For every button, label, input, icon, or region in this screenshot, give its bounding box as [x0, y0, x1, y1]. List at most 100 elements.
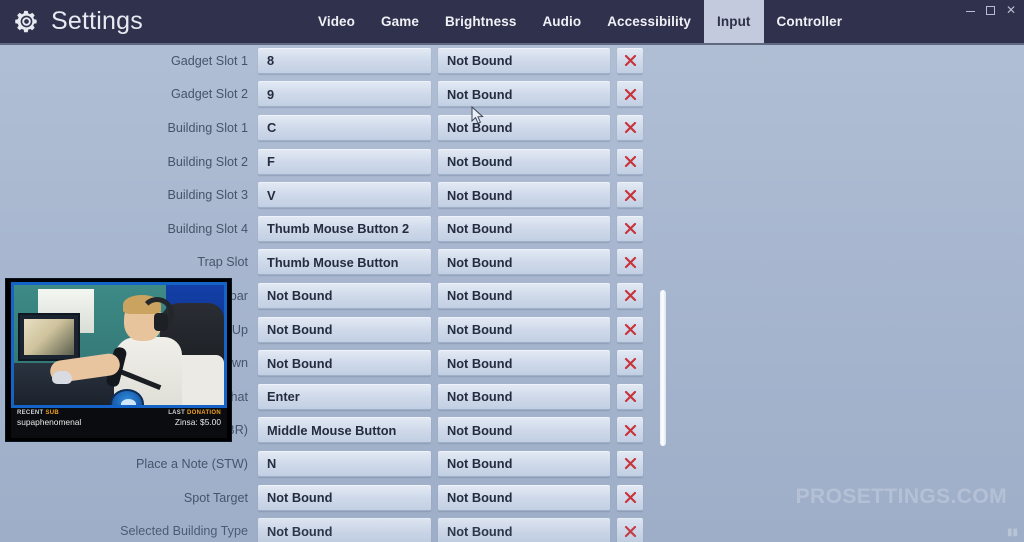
keybinding-row: Building Slot 3 V Not Bound: [0, 178, 680, 212]
keybinding-primary-field[interactable]: Not Bound: [258, 350, 431, 377]
x-icon: [624, 223, 636, 235]
maximize-icon[interactable]: [985, 5, 995, 15]
keybinding-label: Selected Building Type: [120, 524, 248, 539]
keybinding-row: Building Slot 4 Thumb Mouse Button 2 Not B…: [0, 212, 680, 246]
x-icon: [624, 525, 636, 537]
keybinding-row: Spot Target Not Bound Not Bound: [0, 481, 680, 515]
keybinding-secondary-field[interactable]: Not Bound: [438, 316, 610, 343]
webcam-overlay: RECENT SUB LAST DONATION supaphenomenal …: [5, 278, 232, 442]
tab-audio[interactable]: Audio: [529, 0, 594, 43]
keybinding-row: Gadget Slot 1 8 Not Bound: [0, 44, 680, 78]
keybinding-primary-field[interactable]: Not Bound: [258, 518, 431, 542]
tab-brightness[interactable]: Brightness: [432, 0, 530, 43]
keybinding-secondary-field[interactable]: Not Bound: [438, 182, 610, 209]
clear-binding-button[interactable]: [617, 182, 643, 209]
x-icon: [624, 122, 636, 134]
keybinding-primary-field[interactable]: Enter: [258, 383, 431, 410]
keybinding-secondary-field[interactable]: Not Bound: [438, 148, 610, 175]
keybinding-row: Gadget Slot 2 9 Not Bound: [0, 78, 680, 112]
keybinding-primary-field[interactable]: Not Bound: [258, 484, 431, 511]
x-icon: [624, 189, 636, 201]
keybinding-secondary-field[interactable]: Not Bound: [438, 282, 610, 309]
keybinding-primary-field[interactable]: Middle Mouse Button: [258, 417, 431, 444]
keybinding-secondary-field[interactable]: Not Bound: [438, 81, 610, 108]
webcam-headset-earcup: [154, 313, 168, 331]
clear-binding-button[interactable]: [617, 47, 643, 74]
keybinding-primary-field[interactable]: Thumb Mouse Button: [258, 249, 431, 276]
keybinding-primary-field[interactable]: F: [258, 148, 431, 175]
keybinding-primary-field[interactable]: Not Bound: [258, 316, 431, 343]
x-icon: [624, 88, 636, 100]
recent-sub-label-word1: RECENT: [17, 410, 44, 416]
keybinding-secondary-field[interactable]: Not Bound: [438, 350, 610, 377]
clear-binding-button[interactable]: [617, 350, 643, 377]
keybinding-secondary-field[interactable]: Not Bound: [438, 484, 610, 511]
keybinding-secondary-field[interactable]: Not Bound: [438, 518, 610, 542]
clear-binding-button[interactable]: [617, 215, 643, 242]
clear-binding-button[interactable]: [617, 148, 643, 175]
recent-sub-label: RECENT SUB: [17, 410, 59, 416]
keybinding-secondary-field[interactable]: Not Bound: [438, 215, 610, 242]
keybinding-secondary-field[interactable]: Not Bound: [438, 114, 610, 141]
keybinding-primary-field[interactable]: N: [258, 450, 431, 477]
app-title: Settings: [51, 7, 143, 35]
keybinding-secondary-field[interactable]: Not Bound: [438, 249, 610, 276]
clear-binding-button[interactable]: [617, 518, 643, 542]
window-controls: ✕: [965, 2, 1016, 18]
keybinding-secondary-field[interactable]: Not Bound: [438, 47, 610, 74]
x-icon: [624, 155, 636, 168]
keybinding-secondary-field[interactable]: Not Bound: [438, 417, 610, 444]
watermark-badge-icon: ▮▮: [1006, 527, 1018, 538]
x-icon: [624, 391, 636, 403]
settings-tabs: Video Game Brightness Audio Accessibilit…: [305, 0, 855, 43]
tab-game[interactable]: Game: [368, 0, 432, 43]
x-icon: [624, 357, 636, 369]
clear-binding-button[interactable]: [617, 450, 643, 477]
keybinding-label: Place a Note (STW): [136, 456, 248, 471]
x-icon: [624, 55, 636, 67]
minimize-icon[interactable]: [965, 6, 975, 15]
stream-alert-banner: RECENT SUB LAST DONATION supaphenomenal …: [11, 408, 227, 438]
clear-binding-button[interactable]: [617, 316, 643, 343]
settings-window: Settings Video Game Brightness Audio Acc…: [0, 0, 1024, 542]
clear-binding-button[interactable]: [617, 383, 643, 410]
clear-binding-button[interactable]: [617, 417, 643, 444]
tab-input[interactable]: Input: [704, 0, 764, 43]
clear-binding-button[interactable]: [617, 484, 643, 511]
tab-accessibility[interactable]: Accessibility: [594, 0, 704, 43]
gear-icon: [15, 10, 37, 33]
close-icon[interactable]: ✕: [1006, 4, 1016, 16]
webcam-video: [11, 282, 227, 408]
scrollbar-thumb[interactable]: [660, 290, 666, 446]
keybinding-primary-field[interactable]: Thumb Mouse Button 2: [258, 215, 431, 242]
webcam-mouse: [52, 371, 72, 384]
keybinding-secondary-field[interactable]: Not Bound: [438, 383, 610, 410]
keybinding-row: Trap Slot Thumb Mouse Button Not Bound: [0, 246, 680, 280]
keybinding-primary-field[interactable]: 8: [258, 47, 431, 74]
keybinding-label: Spot Target: [183, 490, 248, 505]
x-icon: [624, 290, 636, 302]
last-donation-label-word2: DONATION: [187, 410, 221, 416]
tab-video[interactable]: Video: [305, 0, 368, 43]
last-donation-label-word1: LAST: [168, 410, 186, 416]
clear-binding-button[interactable]: [617, 249, 643, 276]
clear-binding-button[interactable]: [617, 81, 643, 108]
x-icon: [624, 256, 636, 268]
recent-sub-value: supaphenomenal: [17, 417, 82, 427]
keybinding-row: Building Slot 1 C Not Bound: [0, 111, 680, 145]
clear-binding-button[interactable]: [617, 282, 643, 309]
site-watermark: PROSETTINGS.COM: [795, 485, 1007, 508]
keybinding-row: Selected Building Type Not Bound Not Bound: [0, 514, 680, 542]
banner-labels-row: RECENT SUB LAST DONATION: [11, 408, 227, 416]
keybinding-secondary-field[interactable]: Not Bound: [438, 450, 610, 477]
keybinding-primary-field[interactable]: C: [258, 114, 431, 141]
title-bar: Settings Video Game Brightness Audio Acc…: [0, 0, 1024, 45]
keybinding-primary-field[interactable]: V: [258, 182, 431, 209]
keybinding-label: Building Slot 1: [167, 120, 248, 135]
keybinding-primary-field[interactable]: Not Bound: [258, 282, 431, 309]
keybinding-primary-field[interactable]: 9: [258, 81, 431, 108]
keybinding-row: Building Slot 2 F Not Bound: [0, 145, 680, 179]
clear-binding-button[interactable]: [617, 114, 643, 141]
app-brand: Settings: [0, 7, 300, 36]
tab-controller[interactable]: Controller: [764, 0, 856, 43]
